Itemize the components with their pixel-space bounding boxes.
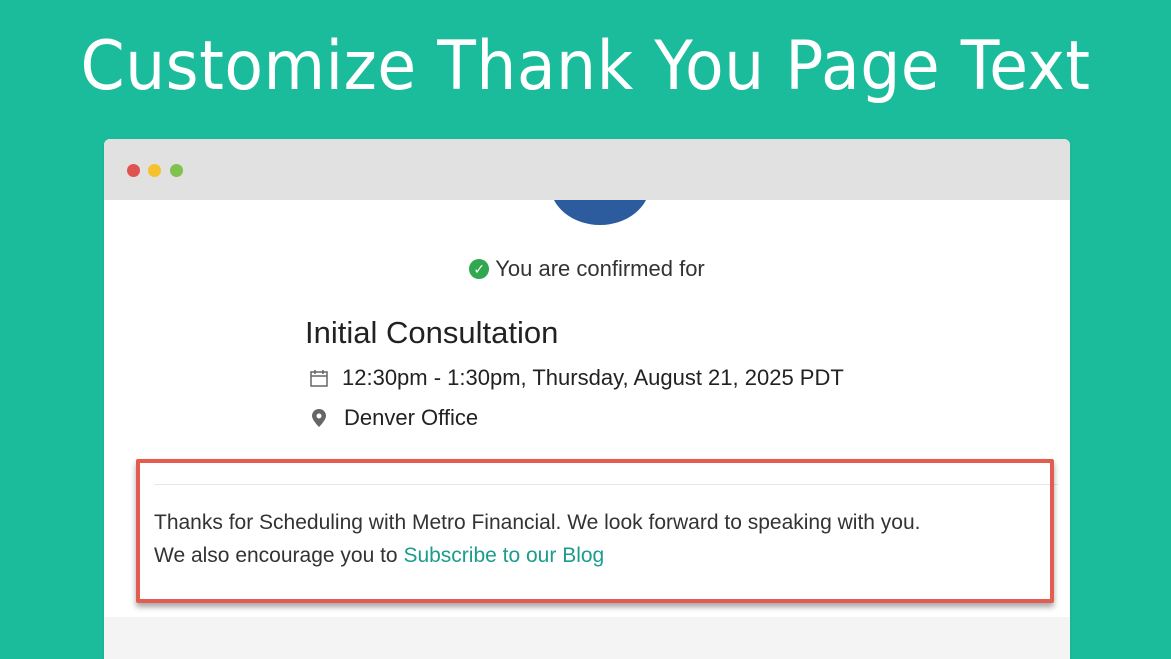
location-pin-icon <box>312 409 326 427</box>
confirmation-status-text: You are confirmed for <box>495 256 705 281</box>
confirmation-status: ✓ You are confirmed for <box>104 256 1070 282</box>
check-circle-icon: ✓ <box>469 259 490 279</box>
event-time-text: 12:30pm - 1:30pm, Thursday, August 21, 2… <box>342 365 844 390</box>
page-headline: Customize Thank You Page Text <box>80 27 1091 106</box>
browser-titlebar <box>104 139 1070 200</box>
highlight-box <box>136 459 1054 603</box>
event-time-row: 12:30pm - 1:30pm, Thursday, August 21, 2… <box>310 365 844 391</box>
page-footer-strip <box>104 617 1070 659</box>
event-location-row: Denver Office <box>310 405 478 431</box>
event-title: Initial Consultation <box>305 315 559 350</box>
maximize-window-button[interactable] <box>170 164 183 177</box>
event-location-text: Denver Office <box>344 405 479 430</box>
minimize-window-button[interactable] <box>148 164 161 177</box>
close-window-button[interactable] <box>127 164 140 177</box>
calendar-icon <box>310 370 328 387</box>
